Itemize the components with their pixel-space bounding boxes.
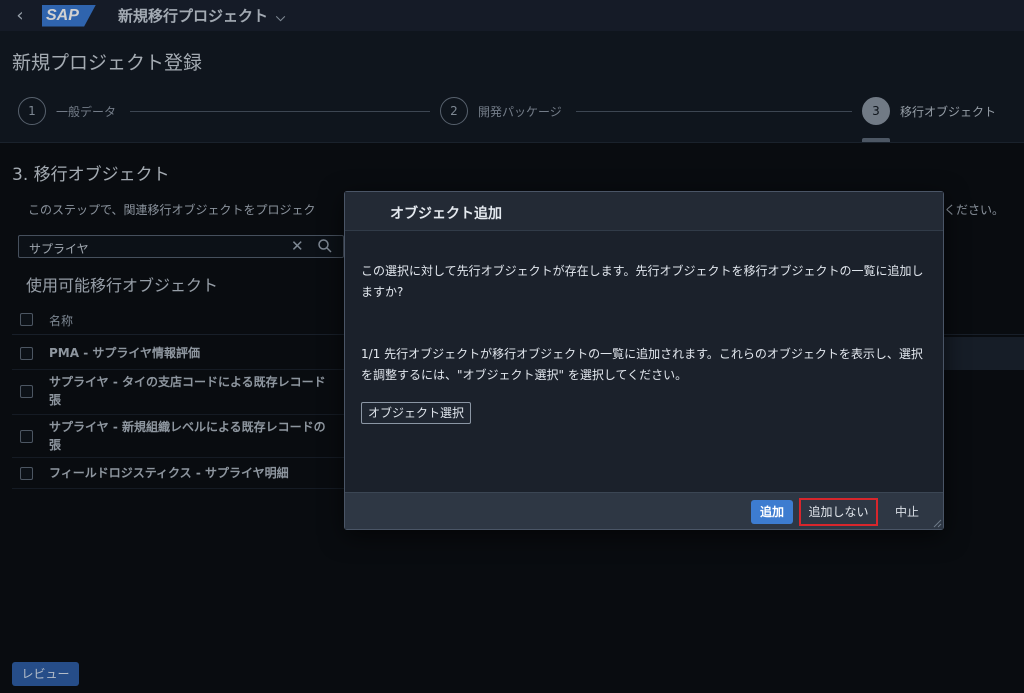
dialog-footer: 追加 追加しない 中止 [345,492,943,529]
dialog-title: オブジェクト追加 [390,206,502,222]
dialog-question-text: この選択に対して先行オブジェクトが存在します。先行オブジェクトを移行オブジェクト… [361,264,924,299]
dialog-body: この選択に対して先行オブジェクトが存在します。先行オブジェクトを移行オブジェクト… [345,232,943,492]
select-objects-button[interactable]: オブジェクト選択 [361,402,472,424]
dialog-header: オブジェクト追加 [345,192,943,231]
do-not-add-button[interactable]: 追加しない [799,498,878,526]
dialog-info-text: 1/1 先行オブジェクトが移行オブジェクトの一覧に追加されます。これらのオブジェ… [361,347,923,382]
resize-grip-icon[interactable] [932,518,942,528]
cancel-button[interactable]: 中止 [887,500,927,524]
add-button[interactable]: 追加 [751,500,793,524]
add-objects-dialog: オブジェクト追加 この選択に対して先行オブジェクトが存在します。先行オブジェクト… [344,191,944,530]
